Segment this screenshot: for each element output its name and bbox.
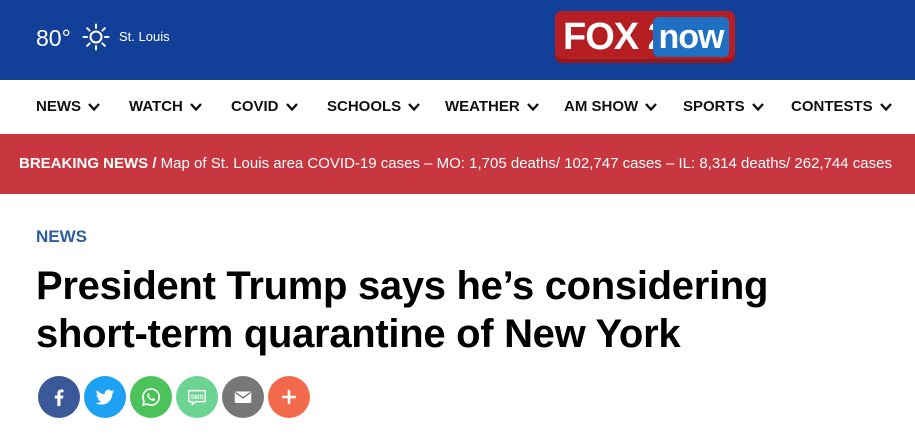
city-label: St. Louis bbox=[119, 29, 170, 44]
share-facebook-button[interactable] bbox=[38, 376, 80, 418]
nav-item-covid[interactable]: COVID bbox=[231, 97, 299, 117]
fox2now-logo[interactable]: FOX 2 now bbox=[555, 11, 735, 63]
share-more-button[interactable] bbox=[268, 376, 310, 418]
share-whatsapp-button[interactable] bbox=[130, 376, 172, 418]
chevron-down-icon bbox=[190, 103, 202, 112]
chevron-down-icon bbox=[879, 103, 892, 112]
nav-item-label: AM SHOW bbox=[564, 98, 639, 115]
chevron-down-icon bbox=[645, 103, 658, 112]
chevron-down-icon bbox=[751, 103, 764, 112]
nav-item-label: CONTESTS bbox=[791, 98, 873, 115]
nav-item-watch[interactable]: WATCH bbox=[129, 97, 203, 117]
chevron-down-icon bbox=[526, 103, 539, 112]
nav-item-sports[interactable]: SPORTS bbox=[683, 97, 765, 117]
sms-icon: SMS bbox=[188, 389, 206, 406]
sms-label: SMS bbox=[191, 395, 204, 401]
whatsapp-icon bbox=[141, 388, 160, 407]
chevron-down-icon bbox=[88, 103, 100, 112]
article-title: President Trump says he’s considering sh… bbox=[36, 264, 769, 356]
main-nav: NEWS WATCH COVID SCHOOLS WEATHER AM SHOW… bbox=[0, 80, 915, 134]
plus-icon bbox=[281, 389, 297, 405]
nav-item-schools[interactable]: SCHOOLS bbox=[327, 97, 421, 117]
nav-item-label: SCHOOLS bbox=[327, 98, 402, 115]
temperature: 80° bbox=[36, 25, 71, 51]
breaking-news-bar[interactable]: BREAKING NEWS / Map of St. Louis area CO… bbox=[0, 134, 915, 194]
nav-item-label: COVID bbox=[231, 98, 279, 115]
breaking-news-headline[interactable]: Map of St. Louis area COVID-19 cases – M… bbox=[157, 155, 892, 172]
nav-item-label: WEATHER bbox=[445, 98, 520, 115]
nav-item-weather[interactable]: WEATHER bbox=[445, 97, 540, 117]
nav-item-label: SPORTS bbox=[683, 98, 745, 115]
nav-item-label: WATCH bbox=[129, 98, 183, 115]
chevron-down-icon bbox=[408, 103, 421, 112]
nav-item-label: NEWS bbox=[36, 98, 81, 115]
share-email-button[interactable] bbox=[222, 376, 264, 418]
nav-item-contests[interactable]: CONTESTS bbox=[791, 97, 893, 117]
breaking-news-text: BREAKING NEWS / Map of St. Louis area CO… bbox=[19, 154, 892, 174]
email-icon bbox=[234, 391, 252, 403]
chevron-down-icon bbox=[285, 103, 298, 112]
header-bar: 80° St. Louis FOX 2 now bbox=[0, 0, 915, 80]
share-sms-button[interactable]: SMS bbox=[176, 376, 218, 418]
twitter-icon bbox=[95, 389, 115, 405]
nav-item-am-show[interactable]: AM SHOW bbox=[564, 97, 658, 117]
share-twitter-button[interactable] bbox=[84, 376, 126, 418]
sun-icon bbox=[82, 23, 110, 51]
logo-now-text: now bbox=[653, 17, 729, 57]
article-category-link[interactable]: NEWS bbox=[36, 226, 87, 248]
facebook-icon bbox=[54, 389, 64, 407]
breaking-news-tag: BREAKING NEWS / bbox=[19, 155, 157, 172]
nav-item-news[interactable]: NEWS bbox=[36, 97, 101, 117]
